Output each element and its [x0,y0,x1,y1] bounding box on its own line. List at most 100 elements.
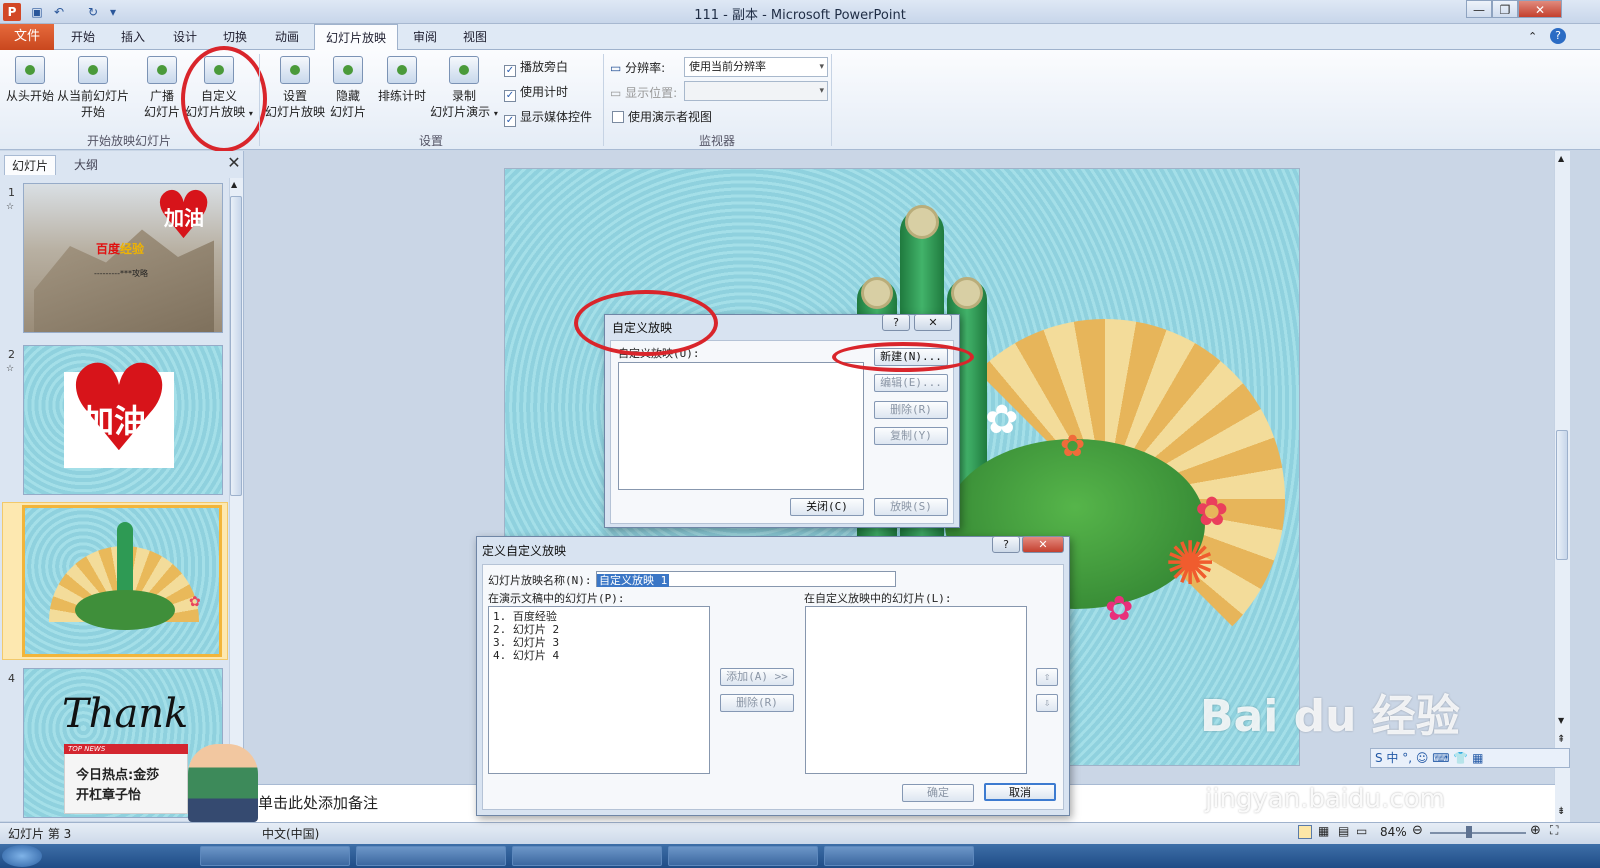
slide-thumbnail-1[interactable]: ♥ 加油 百度经验 ---------***攻略 [23,183,223,333]
tab-home[interactable]: 开始 [60,24,106,50]
use-timings-checkbox[interactable]: ✓ 使用计时 [504,83,568,102]
taskbar-item[interactable] [356,846,506,866]
add-slide-button[interactable]: 添加(A) >> [720,668,794,686]
record-slideshow-button[interactable]: 录制 幻灯片演示 ▾ [430,56,498,122]
group-label-monitors: 监视器 [698,134,735,148]
dropdown-arrow-icon: ▾ [819,62,824,72]
cancel-button[interactable]: 取消 [984,783,1056,801]
zoom-slider-thumb[interactable] [1466,826,1472,838]
start-orb-icon[interactable] [2,845,42,867]
copy-custom-show-button[interactable]: 复制(Y) [874,427,948,445]
ime-toolbar[interactable]: S 中 °, ☺ ⌨ 👕 ▦ [1370,748,1570,768]
slide-scroll-thumb[interactable] [1556,430,1568,560]
from-current-slide-button[interactable]: 从当前幻灯片 开始 [56,56,130,120]
flower-icon: ✿ [985,397,1019,443]
news-tag: TOP NEWS [64,744,188,754]
slide-thumbnail-2[interactable]: ♥ 加油 [23,345,223,495]
custom-show-slides-list[interactable] [805,606,1027,774]
show-name-input[interactable]: 自定义放映 1 [596,571,896,587]
next-slide-icon[interactable]: ⇟ [1557,806,1565,817]
taskbar-item[interactable] [512,846,662,866]
bamboo-cap [905,205,939,239]
list-item[interactable]: 4. 幻灯片 4 [493,649,709,662]
slideshow-view-icon[interactable]: ▭ [1356,824,1367,838]
tab-animations[interactable]: 动画 [264,24,310,50]
tab-slides[interactable]: 幻灯片 [4,155,56,175]
presenter-view-checkbox[interactable]: 使用演示者视图 [612,108,712,125]
close-pane-icon[interactable]: ✕ [226,155,242,173]
normal-view-icon[interactable] [1298,825,1312,839]
rehearse-timings-button[interactable]: 排练计时 [374,56,430,104]
close-custom-shows-button[interactable]: 关闭(C) [790,498,864,516]
edit-custom-show-button[interactable]: 编辑(E)... [874,374,948,392]
checkbox-checked-icon: ✓ [504,90,516,102]
tab-design[interactable]: 设计 [162,24,208,50]
broadcast-icon [147,56,177,84]
slide-number: 4 [8,672,15,685]
resolution-dropdown[interactable]: 使用当前分辨率 ▾ [684,57,828,77]
taskbar-item[interactable] [200,846,350,866]
slide-number: 1 [8,186,15,199]
hide-slide-button[interactable]: 隐藏 幻灯片 [326,56,370,120]
news-headline[interactable]: 今日热点:金莎 开杠章子怡 [76,766,186,806]
scroll-down-icon[interactable]: ▼ [1558,716,1564,725]
move-up-icon[interactable]: ⇧ [1036,668,1058,686]
dialog-help-button[interactable]: ? [992,536,1020,553]
zoom-slider[interactable] [1430,832,1526,834]
display-on-dropdown[interactable]: ▾ [684,81,828,101]
dropdown-arrow-icon: ▾ [819,86,824,96]
zoom-out-icon[interactable]: ⊖ [1412,823,1423,838]
tab-outline[interactable]: 大纲 [60,155,112,175]
scroll-up-icon[interactable]: ▲ [231,180,237,189]
list-item[interactable]: 3. 幻灯片 3 [493,636,709,649]
reading-view-icon[interactable]: ▤ [1338,824,1349,838]
help-icon[interactable]: ? [1550,28,1566,44]
dialog-close-button[interactable]: ✕ [914,314,952,331]
minimize-button[interactable]: — [1466,0,1492,18]
setup-slideshow-button[interactable]: 设置 幻灯片放映 [264,56,326,120]
bamboo-cap [861,277,893,309]
play-narrations-checkbox[interactable]: ✓ 播放旁白 [504,58,568,77]
notes-placeholder: 单击此处添加备注 [258,794,379,812]
slide-sorter-icon[interactable]: ▦ [1318,824,1329,838]
broadcast-slideshow-button[interactable]: 广播 幻灯片 [140,56,184,120]
checkbox-checked-icon: ✓ [504,65,516,77]
remove-custom-show-button[interactable]: 删除(R) [874,401,948,419]
zoom-in-icon[interactable]: ⊕ [1530,823,1541,838]
previous-slide-icon[interactable]: ⇞ [1557,734,1565,745]
taskbar-item[interactable] [824,846,974,866]
remove-slide-button[interactable]: 删除(R) [720,694,794,712]
tab-review[interactable]: 审阅 [402,24,448,50]
zoom-level[interactable]: 84% [1380,825,1407,839]
custom-shows-list[interactable] [618,362,864,490]
taskbar-item[interactable] [668,846,818,866]
tab-insert[interactable]: 插入 [110,24,156,50]
show-custom-show-button[interactable]: 放映(S) [874,498,948,516]
dialog-close-button[interactable]: ✕ [1022,536,1064,553]
dialog-help-button[interactable]: ? [882,314,910,331]
group-label-setup: 设置 [418,134,443,148]
restore-button[interactable]: ❐ [1492,0,1518,18]
list-item[interactable]: 1. 百度经验 [493,610,709,623]
presentation-slides-list[interactable]: 1. 百度经验 2. 幻灯片 2 3. 幻灯片 3 4. 幻灯片 4 [488,606,710,774]
fit-slide-icon[interactable]: ⛶ [1550,823,1558,838]
baidu-watermark-url: jingyan.baidu.com [1205,784,1445,814]
list-item[interactable]: 2. 幻灯片 2 [493,623,709,636]
tab-view[interactable]: 视图 [452,24,498,50]
move-down-icon[interactable]: ⇩ [1036,694,1058,712]
tab-file[interactable]: 文件 [0,24,54,50]
close-window-button[interactable]: ✕ [1518,0,1562,18]
slide-thumbnail-3[interactable]: ✿ [22,505,222,657]
slides-pane-scroll-thumb[interactable] [230,196,242,496]
tab-slide-show[interactable]: 幻灯片放映 [314,24,398,51]
from-beginning-button[interactable]: 从头开始 [4,56,56,104]
group-separator [831,54,832,146]
show-media-controls-checkbox[interactable]: ✓ 显示媒体控件 [504,108,592,127]
pine-decoration [75,590,175,630]
scroll-up-icon[interactable]: ▲ [1558,154,1564,163]
slide-subtitle: ---------***攻略 [94,269,148,278]
group-label-start: 开始放映幻灯片 [86,134,171,148]
ok-button[interactable]: 确定 [902,784,974,802]
language-status[interactable]: 中文(中国) [262,825,319,842]
minimize-ribbon-icon[interactable]: ⌃ [1528,30,1537,43]
